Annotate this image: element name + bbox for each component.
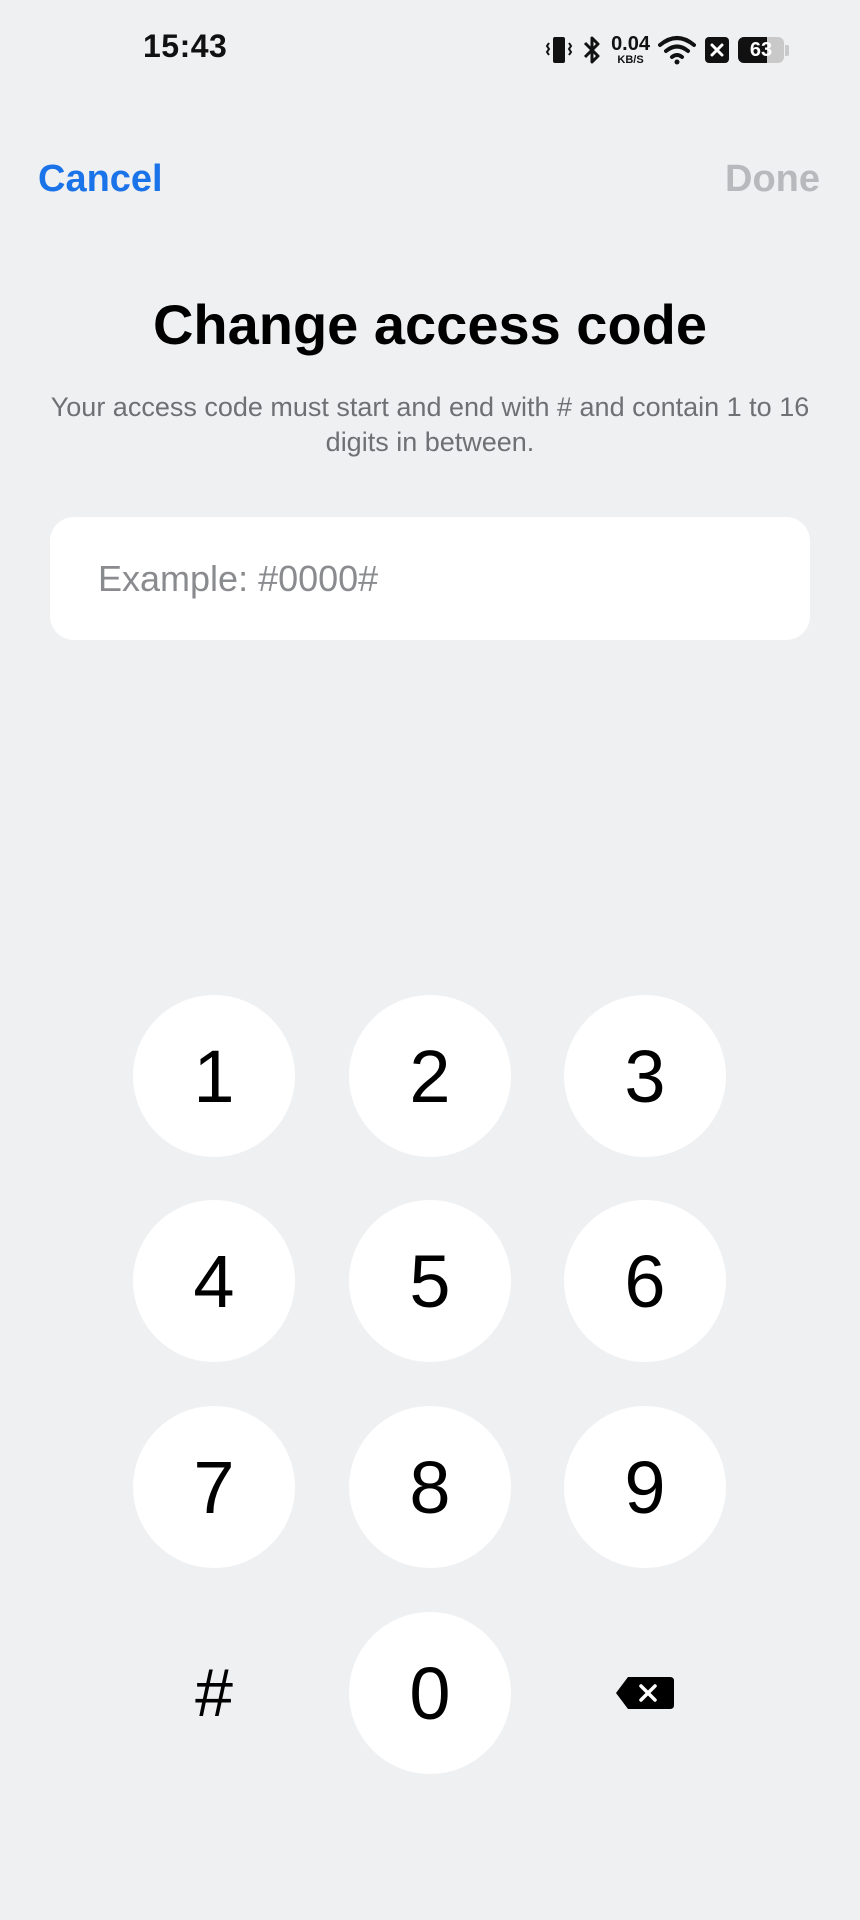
- key-8[interactable]: 8: [349, 1406, 511, 1568]
- page-description: Your access code must start and end with…: [50, 392, 810, 457]
- key-0[interactable]: 0: [349, 1612, 511, 1774]
- status-time: 15:43: [143, 28, 228, 64]
- key-5[interactable]: 5: [349, 1200, 511, 1362]
- status-icons: 0.04 KB/S 63: [545, 30, 790, 70]
- bluetooth-icon: [581, 34, 603, 66]
- access-code-input[interactable]: [50, 517, 810, 640]
- status-bar: 15:43 0.04 KB/S 63: [0, 0, 860, 100]
- keypad: 1 2 3 4 5 6 7 8 9 # 0: [0, 0, 860, 1920]
- key-hash[interactable]: #: [133, 1612, 295, 1774]
- cancel-button[interactable]: Cancel: [38, 158, 163, 201]
- key-2[interactable]: 2: [349, 995, 511, 1157]
- notification-x-icon: [704, 36, 730, 64]
- key-7[interactable]: 7: [133, 1406, 295, 1568]
- key-3[interactable]: 3: [564, 995, 726, 1157]
- backspace-button[interactable]: [564, 1612, 726, 1774]
- key-6[interactable]: 6: [564, 1200, 726, 1362]
- page-title: Change access code: [152, 293, 708, 356]
- key-4[interactable]: 4: [133, 1200, 295, 1362]
- key-9[interactable]: 9: [564, 1406, 726, 1568]
- network-speed: 0.04 KB/S: [611, 34, 650, 66]
- network-speed-unit: KB/S: [617, 54, 644, 66]
- battery-icon: 63: [738, 36, 790, 64]
- network-speed-value: 0.04: [611, 33, 650, 55]
- vibrate-icon: [545, 34, 573, 66]
- battery-level: 63: [749, 38, 773, 61]
- wifi-icon: [658, 35, 696, 65]
- backspace-icon: [614, 1675, 676, 1711]
- key-1[interactable]: 1: [133, 995, 295, 1157]
- done-button[interactable]: Done: [725, 158, 820, 201]
